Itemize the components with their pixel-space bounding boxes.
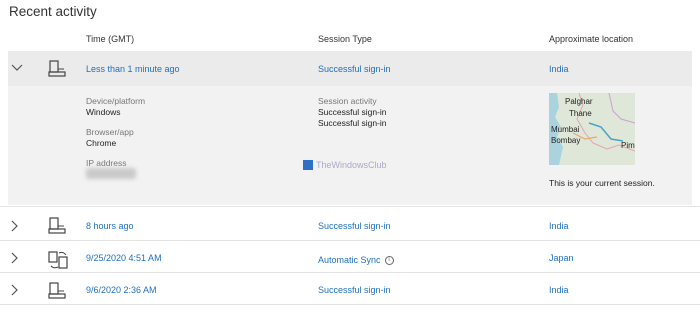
map-label: Bombay [551, 136, 581, 145]
watermark: TheWindowsClub [303, 160, 387, 170]
ip-address-redacted [86, 168, 136, 179]
chevron-right-icon[interactable] [11, 284, 21, 296]
column-header-location: Approximate location [549, 34, 634, 44]
map-label: Mumbai [551, 125, 580, 134]
current-session-note: This is your current session. [549, 178, 655, 188]
row-session-type-link[interactable]: Automatic Sync i [318, 255, 394, 266]
session-activity-label: Session activity [318, 96, 377, 106]
column-header-time: Time (GMT) [86, 34, 135, 44]
device-platform-label: Device/platform [86, 96, 146, 106]
row-time-link[interactable]: 9/25/2020 4:51 AM [86, 253, 162, 263]
chevron-down-icon[interactable] [11, 64, 23, 74]
computer-icon [47, 217, 67, 237]
map-label: Pim [621, 141, 635, 150]
row-time-link[interactable]: 8 hours ago [86, 221, 134, 231]
row-divider [0, 272, 700, 273]
row-divider [0, 206, 700, 207]
row-location-link[interactable]: India [549, 64, 569, 74]
chevron-right-icon[interactable] [11, 252, 21, 264]
page-title: Recent activity [9, 4, 97, 19]
session-activity-item: Successful sign-in [318, 118, 387, 128]
info-icon[interactable]: i [384, 256, 394, 266]
row-session-type-link[interactable]: Successful sign-in [318, 64, 391, 74]
chevron-right-icon[interactable] [11, 220, 21, 232]
row-divider [0, 304, 700, 305]
location-map: Palghar Thane Mumbai Bombay Pim [549, 93, 635, 165]
browser-app-value: Chrome [86, 138, 117, 148]
session-activity-item: Successful sign-in [318, 107, 387, 117]
row-session-type-link[interactable]: Successful sign-in [318, 285, 391, 295]
row-location-link[interactable]: India [549, 285, 569, 295]
browser-app-label: Browser/app [86, 127, 134, 137]
computer-icon [47, 60, 67, 80]
column-header-session-type: Session Type [318, 34, 372, 44]
row-divider [0, 240, 700, 241]
row-time-link[interactable]: Less than 1 minute ago [86, 64, 180, 74]
session-type-text[interactable]: Automatic Sync [318, 255, 381, 265]
row-location-link[interactable]: India [549, 221, 569, 231]
watermark-logo-icon [303, 160, 313, 170]
sync-device-icon [47, 250, 68, 270]
row-time-link[interactable]: 9/6/2020 2:36 AM [86, 285, 157, 295]
computer-icon [47, 282, 67, 302]
row-session-type-link[interactable]: Successful sign-in [318, 221, 391, 231]
ip-address-label: IP address [86, 158, 127, 168]
watermark-text: TheWindowsClub [316, 160, 387, 170]
row-location-link[interactable]: Japan [549, 253, 574, 263]
device-platform-value: Windows [86, 107, 121, 117]
map-label: Palghar [565, 97, 593, 106]
map-label: Thane [569, 109, 592, 118]
